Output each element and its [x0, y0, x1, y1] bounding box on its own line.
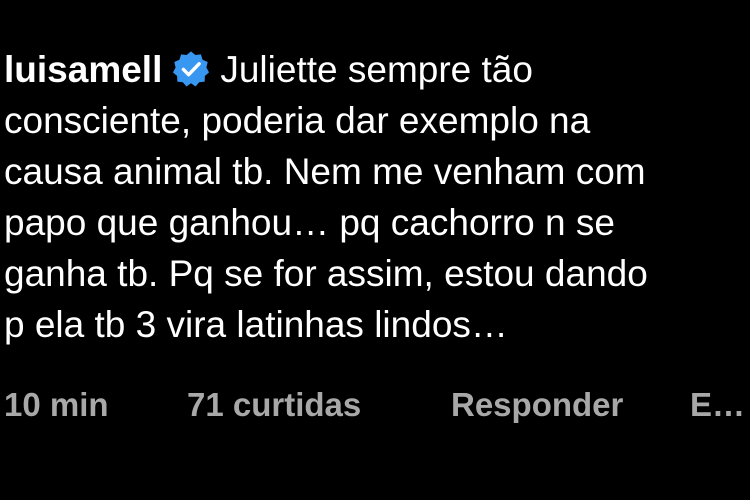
more-options-button[interactable]: E…: [690, 386, 745, 424]
likes-count-button[interactable]: 71 curtidas: [187, 386, 361, 424]
verified-badge-icon: [172, 50, 210, 88]
comment-timestamp: 10 min: [4, 386, 109, 423]
comment-text: luisamell Juliette sempre tão consciente,…: [4, 44, 750, 350]
comment: luisamell Juliette sempre tão consciente,…: [4, 44, 750, 350]
comment-line-6: p ela tb 3 vira latinhas lindos…: [4, 304, 508, 345]
comment-line-5: ganha tb. Pq se for assim, estou dando: [4, 253, 648, 294]
comment-line-1: luisamell Juliette sempre tão: [4, 44, 750, 95]
comment-line-3: causa animal tb. Nem me venham com: [4, 151, 646, 192]
comment-line-4: papo que ganhou… pq cachorro n se: [4, 202, 615, 243]
comment-line-1-text: Juliette sempre tão: [220, 49, 533, 90]
comment-line-2: consciente, poderia dar exemplo na: [4, 100, 591, 141]
username-link[interactable]: luisamell: [4, 49, 162, 90]
reply-button[interactable]: Responder: [451, 386, 623, 424]
